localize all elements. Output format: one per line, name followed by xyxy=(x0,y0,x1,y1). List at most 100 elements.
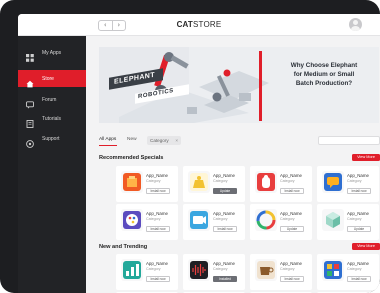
app-category: Category xyxy=(280,179,295,183)
app-name: App_Name xyxy=(213,173,235,178)
install-button[interactable]: Install now xyxy=(146,226,170,232)
blue-game-icon xyxy=(322,259,344,281)
app-category: Category xyxy=(347,267,362,271)
category-filter-chip[interactable]: Category × xyxy=(147,136,181,145)
coffee-cup-icon xyxy=(255,259,277,281)
brand-part1: CAT xyxy=(176,20,194,29)
grid-icon xyxy=(26,49,34,62)
teal-chart-icon xyxy=(121,259,143,281)
app-category: Category xyxy=(213,179,228,183)
app-name: App_Name xyxy=(213,261,235,266)
installed-button[interactable]: Installed xyxy=(213,276,237,282)
app-card[interactable]: App_Name Category Install now xyxy=(116,166,178,202)
app-card[interactable]: App_Name Category Install now xyxy=(250,166,312,202)
green-cube-icon xyxy=(322,209,344,231)
brand-part2: STORE xyxy=(193,20,222,29)
app-category: Category xyxy=(146,179,161,183)
red-hand-icon xyxy=(255,171,277,193)
tab-new[interactable]: New xyxy=(127,137,137,142)
app-category: Category xyxy=(347,179,362,183)
app-name: App_Name xyxy=(146,211,168,216)
close-icon[interactable]: × xyxy=(175,136,178,145)
active-tab-indicator xyxy=(99,145,117,146)
update-button[interactable]: Update xyxy=(280,226,304,232)
category-chip-label: Category xyxy=(150,138,169,143)
sidebar: My Apps Store Forum Tutorials Support xyxy=(18,36,86,293)
app-name: App_Name xyxy=(347,261,369,266)
app-card[interactable]: App_Name Category Install now xyxy=(250,254,312,290)
sidebar-item-store[interactable]: Store xyxy=(18,70,86,87)
install-button[interactable]: Install now xyxy=(146,276,170,282)
app-category: Category xyxy=(213,267,228,271)
sidebar-item-tutorials[interactable]: Tutorials xyxy=(18,110,86,128)
app-card[interactable]: App_Name Category Install now xyxy=(183,204,245,240)
app-name: App_Name xyxy=(280,261,302,266)
view-more-button[interactable]: View More xyxy=(352,154,380,161)
orange-box-icon xyxy=(121,171,143,193)
filter-bar: All Apps New Category × xyxy=(99,136,380,147)
sidebar-item-label: Tutorials xyxy=(42,115,61,122)
install-button[interactable]: Install now xyxy=(146,188,170,194)
app-name: App_Name xyxy=(213,211,235,216)
tablet-device: ‹ › CATSTORE My Apps Store Forum Tutoria… xyxy=(0,0,380,293)
app-name: App_Name xyxy=(280,173,302,178)
app-category: Category xyxy=(347,217,362,221)
help-icon xyxy=(26,135,34,148)
install-button[interactable]: Install now xyxy=(280,188,304,194)
tab-all-apps[interactable]: All Apps xyxy=(99,137,116,142)
chat-icon xyxy=(26,96,34,109)
app-card[interactable]: App_Name Category Install now xyxy=(317,166,379,202)
section-title-new-trending: New and Trending xyxy=(99,244,148,250)
sidebar-item-label: Support xyxy=(42,135,60,142)
app-name: App_Name xyxy=(146,261,168,266)
search-input[interactable] xyxy=(318,136,380,145)
waveform-icon xyxy=(188,259,210,281)
app-card[interactable]: App_Name Category Installed xyxy=(183,254,245,290)
sidebar-item-forum[interactable]: Forum xyxy=(18,91,86,109)
app-category: Category xyxy=(280,267,295,271)
app-category: Category xyxy=(146,267,161,271)
sidebar-item-label: Store xyxy=(42,75,54,82)
update-button[interactable]: Update xyxy=(213,188,237,194)
top-bar: ‹ › CATSTORE xyxy=(18,14,380,36)
app-card[interactable]: App_Name Category Install now xyxy=(116,204,178,240)
sidebar-item-label: My Apps xyxy=(42,49,62,56)
main-content: ELEPHANT ROBOTICS Why Choose Elephant fo… xyxy=(86,36,380,293)
app-card[interactable]: App_Name Category Install now xyxy=(116,254,178,290)
video-play-icon xyxy=(188,209,210,231)
book-icon xyxy=(26,115,34,128)
app-category: Category xyxy=(280,217,295,221)
install-button[interactable]: Install now xyxy=(347,276,371,282)
app-name: App_Name xyxy=(347,211,369,216)
install-button[interactable]: Install now xyxy=(213,226,237,232)
banner-title-line1: Why Choose Elephant xyxy=(290,62,358,69)
app-name: App_Name xyxy=(146,173,168,178)
install-button[interactable]: Install now xyxy=(280,276,304,282)
app-category: Category xyxy=(146,217,161,221)
install-button[interactable]: Install now xyxy=(347,188,371,194)
section-title-recommended: Recommended Specials xyxy=(99,155,164,161)
promo-banner[interactable]: ELEPHANT ROBOTICS Why Choose Elephant fo… xyxy=(99,47,379,123)
sidebar-item-label: Forum xyxy=(42,96,57,103)
sidebar-item-my-apps[interactable]: My Apps xyxy=(18,44,86,62)
banner-title-line3: Batch Production? xyxy=(295,80,353,87)
app-title: CATSTORE xyxy=(18,20,380,29)
app-name: App_Name xyxy=(280,211,302,216)
update-button[interactable]: Update xyxy=(347,226,371,232)
sidebar-item-support[interactable]: Support xyxy=(18,130,86,148)
house-icon xyxy=(26,75,34,87)
app-card[interactable]: App_Name Category Update xyxy=(250,204,312,240)
app-card[interactable]: App_Name Category Update xyxy=(183,166,245,202)
user-avatar-icon[interactable] xyxy=(349,18,362,31)
paint-palette-icon xyxy=(121,209,143,231)
app-window: ‹ › CATSTORE My Apps Store Forum Tutoria… xyxy=(18,14,380,293)
app-card[interactable]: App_Name Category Update xyxy=(317,204,379,240)
app-name: App_Name xyxy=(347,173,369,178)
banner-title-line2: for Medium or Small xyxy=(293,71,355,78)
view-more-button[interactable]: View More xyxy=(352,243,380,250)
blue-chat-icon xyxy=(322,171,344,193)
app-category: Category xyxy=(213,217,228,221)
banner-title: Why Choose Elephant for Medium or Small … xyxy=(269,61,379,88)
yellow-weight-icon xyxy=(188,171,210,193)
app-card[interactable]: App_Name Category Install now xyxy=(317,254,379,290)
